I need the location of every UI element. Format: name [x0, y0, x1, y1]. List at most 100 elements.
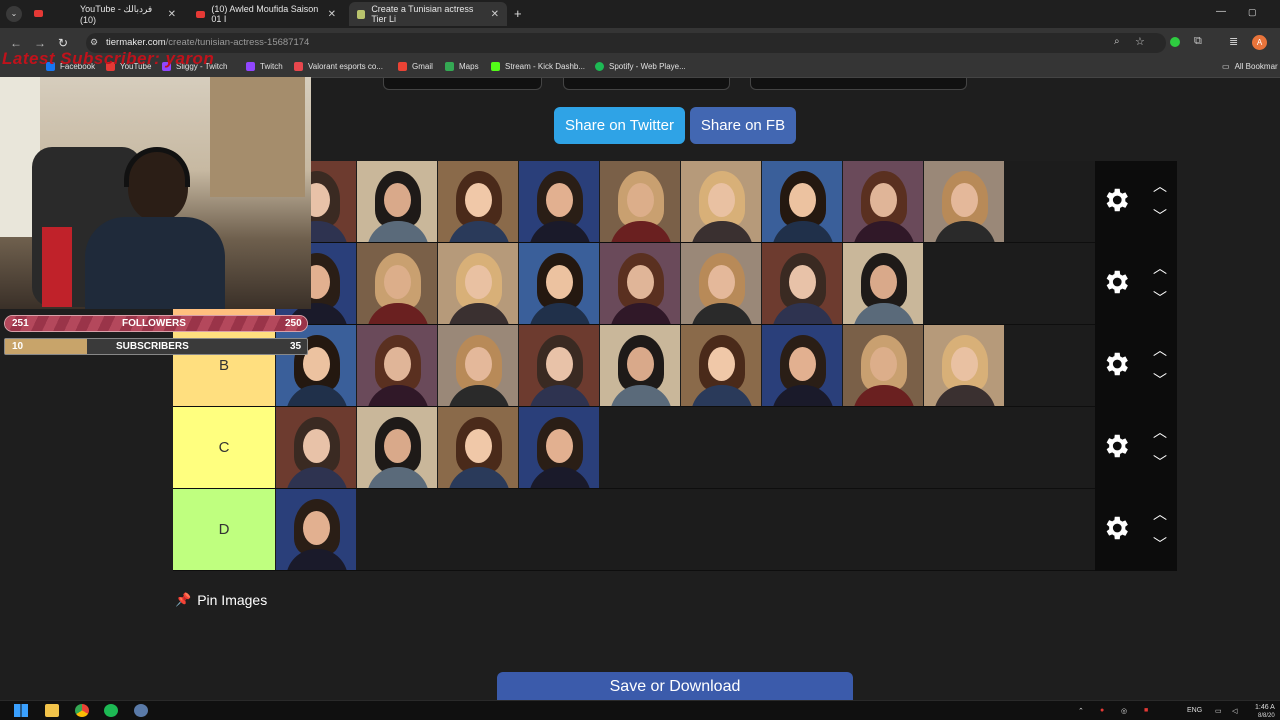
tray-chevron-icon[interactable]: ⌃ [1078, 707, 1084, 715]
share-twitter-button[interactable]: Share on Twitter [554, 107, 685, 144]
spotify-taskbar-icon[interactable] [104, 704, 118, 717]
tier-item-image[interactable] [519, 407, 599, 488]
tier-item-image[interactable] [357, 243, 437, 324]
file-explorer-icon[interactable] [45, 704, 59, 717]
tab-youtube[interactable]: YouTube - فردبالك (10) ✕ [72, 2, 184, 26]
bookmark-kick[interactable]: Stream - Kick Dashb... [491, 62, 585, 71]
bookmark-valorant[interactable]: Valorant esports co... [294, 62, 383, 71]
tier-item-image[interactable] [681, 325, 761, 406]
windows-start-icon[interactable] [14, 704, 28, 717]
bookmark-maps[interactable]: Maps [445, 62, 479, 71]
tray-icon[interactable]: ◎ [1121, 707, 1127, 715]
gear-icon[interactable] [1101, 267, 1131, 297]
tier-item-image[interactable] [843, 243, 923, 324]
close-icon[interactable]: ✕ [328, 9, 336, 20]
spotify-icon [595, 62, 604, 71]
tier-item-image[interactable] [681, 161, 761, 242]
close-icon[interactable]: ✕ [491, 9, 499, 20]
dropdown-2[interactable] [563, 78, 730, 90]
app-taskbar-icon[interactable] [134, 704, 148, 717]
bookmark-spotify[interactable]: Spotify - Web Playe... [595, 62, 686, 71]
move-down-icon[interactable]: ﹀ [1153, 537, 1167, 551]
move-down-icon[interactable]: ﹀ [1153, 455, 1167, 469]
new-tab-button[interactable]: + [514, 6, 522, 21]
language-indicator[interactable]: ENG [1187, 707, 1202, 714]
move-down-icon[interactable]: ﹀ [1153, 373, 1167, 387]
clock-time[interactable]: 1:46 A [1255, 704, 1275, 711]
gear-icon[interactable] [1101, 431, 1131, 461]
tier-item-image[interactable] [357, 161, 437, 242]
move-up-icon[interactable]: ︿ [1153, 507, 1167, 521]
save-download-button[interactable]: Save or Download [497, 672, 853, 702]
site-info-icon[interactable]: ⚙ [90, 37, 98, 48]
tier-item-image[interactable] [762, 243, 842, 324]
tier-item-image[interactable] [276, 489, 356, 570]
move-up-icon[interactable]: ︿ [1153, 261, 1167, 275]
gear-icon[interactable] [1101, 349, 1131, 379]
close-icon[interactable]: ✕ [168, 9, 176, 20]
move-up-icon[interactable]: ︿ [1153, 343, 1167, 357]
gear-icon[interactable] [1101, 185, 1131, 215]
minimize-icon[interactable]: — [1216, 6, 1226, 17]
tier-label[interactable]: D [173, 489, 275, 570]
tier-item-image[interactable] [357, 407, 437, 488]
all-bookmarks[interactable]: ▭ All Bookmar [1222, 62, 1278, 71]
tier-item-image[interactable] [600, 325, 680, 406]
clock-date[interactable]: 8/8/20 [1258, 713, 1275, 719]
network-icon[interactable]: ▭ [1215, 707, 1222, 715]
tier-item-image[interactable] [843, 325, 923, 406]
gear-icon[interactable] [1101, 513, 1131, 543]
tier-item-image[interactable] [681, 243, 761, 324]
mic-icon[interactable]: ● [1100, 707, 1104, 714]
profile-avatar[interactable]: A [1252, 35, 1267, 50]
bookmark-gmail[interactable]: Gmail [398, 62, 433, 71]
tier-item-image[interactable] [519, 161, 599, 242]
tier-item-image[interactable] [438, 161, 518, 242]
bookmark-twitch[interactable]: Twitch [246, 62, 283, 71]
extension-green-icon[interactable] [1170, 37, 1180, 47]
dropdown-1[interactable] [383, 78, 542, 90]
chrome-icon[interactable] [75, 704, 89, 717]
tier-item-image[interactable] [519, 325, 599, 406]
tier-item-image[interactable] [843, 161, 923, 242]
tier-row-a: A︿﹀ [173, 243, 1177, 325]
tier-item-image[interactable] [924, 325, 1004, 406]
tier-item-image[interactable] [762, 161, 842, 242]
tier-item-image[interactable] [519, 243, 599, 324]
tier-item-image[interactable] [924, 161, 1004, 242]
move-up-icon[interactable]: ︿ [1153, 179, 1167, 193]
tier-item-image[interactable] [762, 325, 842, 406]
tab-tiermaker[interactable]: Create a Tunisian actress Tier Li ✕ [349, 2, 507, 26]
move-down-icon[interactable]: ﹀ [1153, 209, 1167, 223]
media-icon[interactable]: ≣ [1229, 35, 1238, 48]
tier-label[interactable]: C [173, 407, 275, 488]
tab-search-icon[interactable]: ⌄ [6, 6, 22, 22]
star-icon[interactable]: ☆ [1135, 35, 1145, 48]
tab-awled-moufida[interactable]: (10) Awled Moufida Saison 01 I ✕ [188, 2, 344, 26]
move-up-icon[interactable]: ︿ [1153, 425, 1167, 439]
volume-icon[interactable]: ◁ [1232, 707, 1237, 715]
tier-item-image[interactable] [276, 407, 356, 488]
tab-label: YouTube - فردبالك (10) [80, 3, 153, 25]
tier-item-image[interactable] [438, 243, 518, 324]
subscribers-label: SUBSCRIBERS [116, 341, 189, 352]
tier-item-image[interactable] [438, 325, 518, 406]
youtube-icon[interactable] [34, 10, 43, 17]
reload-icon[interactable]: ↻ [58, 36, 68, 50]
back-icon[interactable]: ← [10, 36, 22, 50]
share-fb-button[interactable]: Share on FB [690, 107, 796, 144]
forward-icon[interactable]: → [34, 36, 46, 50]
move-down-icon[interactable]: ﹀ [1153, 291, 1167, 305]
extensions-icon[interactable]: ⧉ [1194, 35, 1202, 48]
maximize-icon[interactable]: ▢ [1248, 7, 1257, 18]
folder-icon: ▭ [1222, 62, 1230, 71]
dropdown-3[interactable] [750, 78, 967, 90]
pin-images-label: Pin Images [197, 592, 268, 608]
tray-record-icon[interactable]: ■ [1144, 707, 1148, 714]
tier-item-image[interactable] [600, 161, 680, 242]
pin-images-toggle[interactable]: 📌 Pin Images [175, 592, 267, 608]
tier-item-image[interactable] [438, 407, 518, 488]
tier-item-image[interactable] [357, 325, 437, 406]
zoom-icon[interactable]: ⌕ [1114, 36, 1120, 47]
tier-item-image[interactable] [600, 243, 680, 324]
